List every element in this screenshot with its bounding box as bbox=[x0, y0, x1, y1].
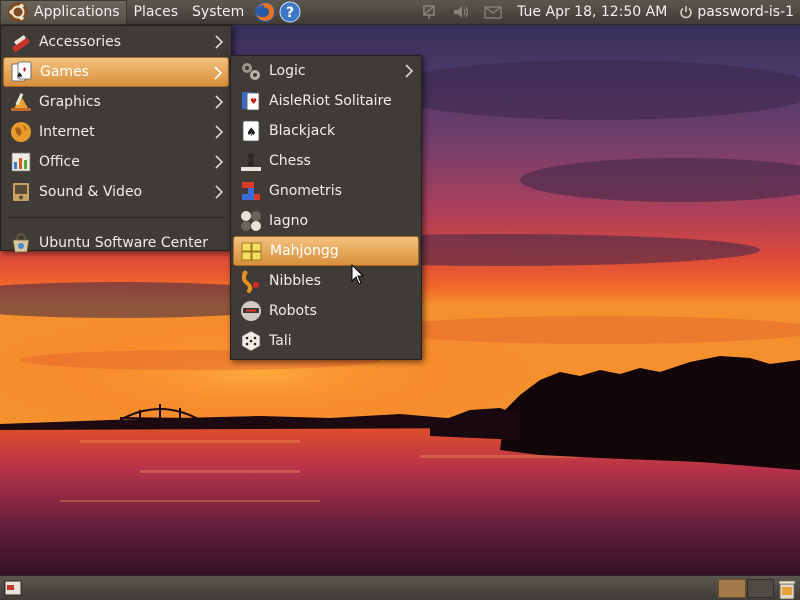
menu-item-label: Office bbox=[39, 154, 80, 170]
chevron-right-icon bbox=[215, 95, 223, 109]
menu-item-tali[interactable]: Tali bbox=[231, 326, 421, 356]
show-desktop-icon[interactable] bbox=[4, 580, 22, 596]
menu-item-nibbles[interactable]: Nibbles bbox=[231, 266, 421, 296]
accessories-icon bbox=[12, 35, 30, 53]
sound-video-icon bbox=[13, 183, 29, 201]
menu-item-office[interactable]: Office bbox=[1, 147, 231, 177]
chevron-right-icon bbox=[405, 64, 413, 78]
menu-item-gnometris[interactable]: Gnometris bbox=[231, 176, 421, 206]
applications-menu-button[interactable]: Applications bbox=[0, 0, 127, 25]
svg-text:?: ? bbox=[286, 5, 294, 21]
menu-item-label: Sound & Video bbox=[39, 184, 143, 200]
internet-icon bbox=[11, 122, 31, 142]
system-menu-label: System bbox=[192, 4, 245, 20]
trash-icon[interactable] bbox=[776, 578, 798, 600]
mail-icon[interactable] bbox=[483, 3, 503, 21]
menu-item-logic[interactable]: Logic bbox=[231, 56, 421, 86]
chess-icon bbox=[241, 153, 261, 171]
menu-item-label: Games bbox=[40, 64, 89, 80]
gnometris-icon bbox=[242, 182, 260, 200]
menu-item-games[interactable]: ♠ Games bbox=[3, 57, 229, 87]
places-menu-button[interactable]: Places bbox=[127, 0, 186, 25]
mouse-cursor-icon bbox=[351, 264, 365, 285]
menu-item-iagno[interactable]: Iagno bbox=[231, 206, 421, 236]
menu-item-chess[interactable]: Chess bbox=[231, 146, 421, 176]
svg-text:♠: ♠ bbox=[246, 125, 257, 139]
network-icon[interactable] bbox=[419, 3, 439, 21]
iagno-icon bbox=[241, 211, 261, 231]
applications-menu-label: Applications bbox=[34, 4, 120, 20]
games-submenu: Logic ♥ AisleRiot Solitaire ♠ Blackjack … bbox=[230, 55, 422, 360]
bottom-panel bbox=[0, 575, 800, 600]
menu-item-label: Gnometris bbox=[269, 183, 342, 199]
robots-icon bbox=[241, 301, 261, 321]
office-icon bbox=[11, 152, 31, 172]
chevron-right-icon bbox=[215, 35, 223, 49]
system-menu-button[interactable]: System bbox=[185, 0, 251, 25]
menu-item-label: Nibbles bbox=[269, 273, 321, 289]
tali-icon bbox=[241, 330, 261, 352]
menu-item-label: Accessories bbox=[39, 34, 122, 50]
menu-item-label: Blackjack bbox=[269, 123, 336, 139]
chevron-right-icon bbox=[215, 125, 223, 139]
power-icon bbox=[680, 6, 693, 19]
menu-item-label: Internet bbox=[39, 124, 95, 140]
chevron-right-icon bbox=[215, 155, 223, 169]
workspace-switcher-1[interactable] bbox=[718, 579, 746, 598]
menu-item-mahjongg[interactable]: Mahjongg bbox=[233, 236, 419, 266]
mahjongg-icon bbox=[241, 242, 262, 261]
menu-item-ubuntu-software-center[interactable]: Ubuntu Software Center bbox=[1, 228, 231, 258]
user-name: password-is-1 bbox=[697, 4, 794, 20]
menu-item-robots[interactable]: Robots bbox=[231, 296, 421, 326]
menu-item-accessories[interactable]: Accessories bbox=[1, 27, 231, 57]
workspace-switcher-2[interactable] bbox=[747, 579, 774, 598]
panel-indicator-area: Tue Apr 18, 12:50 AM password-is-1 bbox=[413, 0, 800, 25]
svg-text:♥: ♥ bbox=[250, 97, 257, 106]
blackjack-icon: ♠ bbox=[242, 120, 260, 142]
solitaire-icon: ♥ bbox=[242, 92, 260, 111]
user-session-menu[interactable]: password-is-1 bbox=[679, 4, 794, 20]
graphics-icon bbox=[11, 93, 31, 111]
svg-text:♠: ♠ bbox=[16, 71, 23, 80]
applications-menu: Accessories ♠ Games Graphics Internet Of… bbox=[0, 25, 232, 253]
menu-item-graphics[interactable]: Graphics bbox=[1, 87, 231, 117]
menu-item-label: Logic bbox=[269, 63, 306, 79]
menu-item-label: Chess bbox=[269, 153, 311, 169]
menu-item-blackjack[interactable]: ♠ Blackjack bbox=[231, 116, 421, 146]
menu-item-label: Robots bbox=[269, 303, 317, 319]
menu-item-label: Ubuntu Software Center bbox=[39, 235, 208, 251]
nibbles-icon bbox=[241, 270, 259, 293]
volume-icon[interactable] bbox=[451, 3, 471, 21]
menu-item-label: Iagno bbox=[269, 213, 309, 229]
menu-item-sound-video[interactable]: Sound & Video bbox=[1, 177, 231, 207]
menu-item-label: Tali bbox=[269, 333, 292, 349]
chevron-right-icon bbox=[214, 66, 222, 80]
menu-separator bbox=[7, 217, 225, 218]
menu-item-label: Mahjongg bbox=[270, 243, 339, 259]
software-center-icon bbox=[12, 233, 30, 253]
menu-item-internet[interactable]: Internet bbox=[1, 117, 231, 147]
chevron-right-icon bbox=[215, 185, 223, 199]
help-icon[interactable]: ? bbox=[279, 1, 301, 23]
menu-item-label: Graphics bbox=[39, 94, 101, 110]
logic-icon bbox=[242, 63, 260, 80]
menu-item-aisleriot-solitaire[interactable]: ♥ AisleRiot Solitaire bbox=[231, 86, 421, 116]
top-panel: Applications Places System ? Tue Apr 18,… bbox=[0, 0, 800, 25]
menu-item-label: AisleRiot Solitaire bbox=[269, 93, 392, 109]
clock[interactable]: Tue Apr 18, 12:50 AM bbox=[517, 4, 667, 20]
firefox-icon[interactable] bbox=[254, 1, 276, 23]
ubuntu-logo-icon bbox=[8, 2, 28, 22]
places-menu-label: Places bbox=[133, 4, 179, 20]
games-icon: ♠ bbox=[11, 61, 32, 82]
